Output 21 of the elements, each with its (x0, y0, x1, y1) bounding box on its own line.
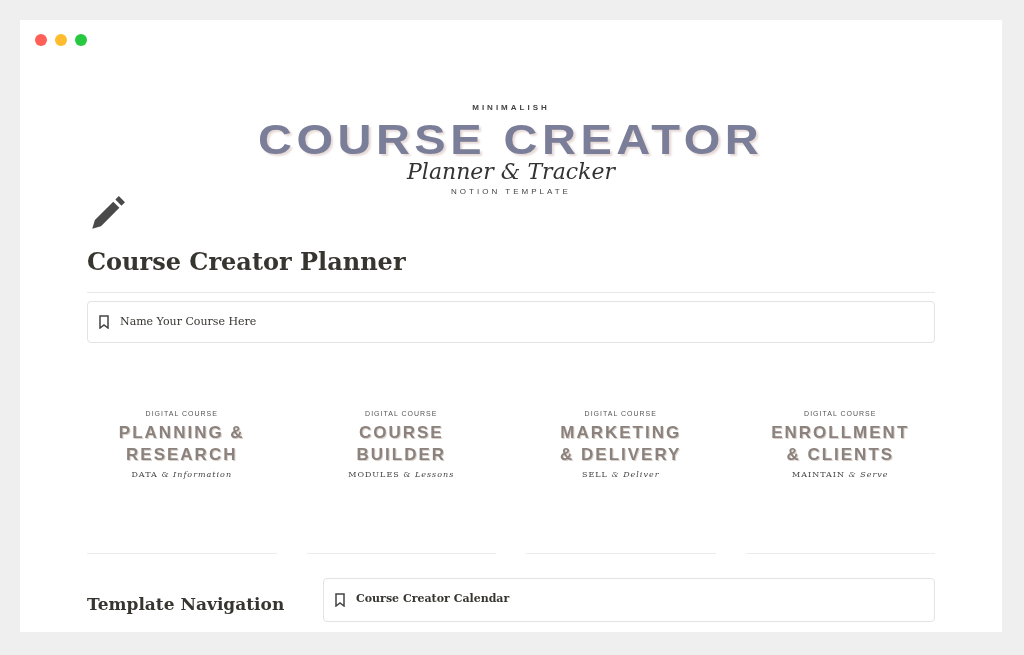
maximize-window-button[interactable] (75, 34, 87, 46)
card-title[interactable]: MARKETING & DELIVERY (560, 421, 682, 466)
card-title[interactable]: PLANNING & RESEARCH (118, 421, 245, 466)
card-tagline: MODULES & Lessons (348, 468, 455, 481)
card-tagline: SELL & Deliver (582, 468, 660, 481)
calendar-link-callout[interactable]: Course Creator Calendar (323, 577, 935, 622)
minimize-window-button[interactable] (55, 34, 67, 46)
cover-subtitle: NOTION TEMPLATE (451, 186, 571, 198)
page-title: Course Creator Planner (87, 246, 407, 278)
cover-script: Planner & Tracker (407, 160, 615, 184)
cover-title: COURSE CREATOR (258, 118, 764, 162)
card-title[interactable]: ENROLLMENT & CLIENTS (771, 421, 910, 466)
course-name-callout[interactable]: Name Your Course Here (87, 301, 935, 343)
card-tagline: MAINTAIN & Serve (792, 468, 889, 481)
card-title[interactable]: COURSE BUILDER (356, 421, 447, 466)
cover-kicker: MINIMALISH (472, 102, 550, 114)
card-tagline: DATA & Information (131, 468, 233, 481)
navigation-heading: Template Navigation (87, 592, 286, 616)
close-window-button[interactable] (35, 34, 47, 46)
bookmark-icon (334, 592, 346, 607)
bookmark-icon (98, 315, 110, 329)
